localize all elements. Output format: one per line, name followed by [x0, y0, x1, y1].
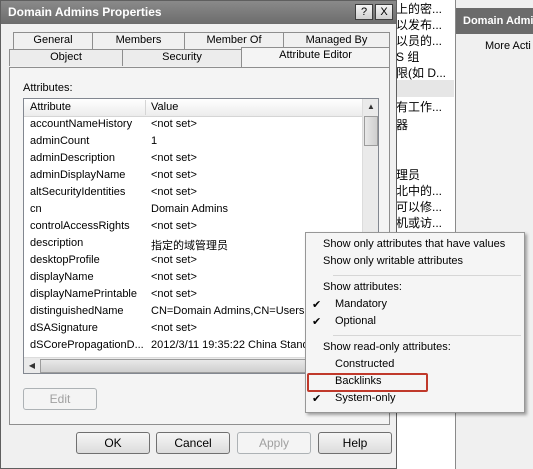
attribute-value-cell: <not set>: [151, 271, 197, 283]
attribute-value-cell: <not set>: [151, 152, 197, 164]
attribute-name-cell: accountNameHistory: [30, 118, 133, 130]
attribute-name-cell: adminDescription: [30, 152, 115, 164]
attribute-name-cell: adminDisplayName: [30, 169, 126, 181]
close-button[interactable]: X: [375, 4, 393, 20]
attribute-value-cell: <not set>: [151, 322, 197, 334]
checkmark-icon: ✔: [312, 299, 322, 311]
background-line: 机或访...: [396, 216, 443, 230]
menu-item-mandatory[interactable]: ✔ Mandatory: [306, 297, 524, 314]
menu-heading-show-attributes: Show attributes:: [306, 280, 524, 297]
menu-item-show-values-only[interactable]: Show only attributes that have values: [306, 237, 524, 254]
menu-item-show-writable-only[interactable]: Show only writable attributes: [306, 254, 524, 271]
attribute-name-cell: dSASignature: [30, 322, 98, 334]
column-header-value[interactable]: Value: [151, 101, 178, 113]
background-line: 以员的...: [396, 34, 443, 48]
menu-item-label: System-only: [335, 392, 396, 404]
attribute-value-cell: <not set>: [151, 169, 197, 181]
menu-item-constructed[interactable]: Constructed: [306, 357, 524, 374]
edit-button[interactable]: Edit: [23, 388, 97, 410]
attribute-name-cell: cn: [30, 203, 42, 215]
menu-heading-read-only: Show read-only attributes:: [306, 340, 524, 357]
table-row[interactable]: adminDisplayName <not set>: [24, 168, 362, 185]
menu-heading-label: Show attributes:: [323, 281, 402, 293]
tab-attribute-editor[interactable]: Attribute Editor: [241, 47, 390, 67]
column-divider[interactable]: [145, 100, 146, 115]
ok-button[interactable]: OK: [76, 432, 150, 454]
help-button[interactable]: Help: [318, 432, 392, 454]
table-row[interactable]: cn Domain Admins: [24, 202, 362, 219]
attribute-value-cell: <not set>: [151, 288, 197, 300]
scroll-up-icon[interactable]: ▲: [363, 99, 378, 115]
menu-separator: [333, 335, 521, 336]
attribute-value-cell: <not set>: [151, 118, 197, 130]
background-window-title: Domain Admi: [456, 8, 533, 34]
menu-item-label: Optional: [335, 315, 376, 327]
background-line: 可以修...: [396, 200, 443, 214]
title-bar: Domain Admins Properties ? X: [1, 1, 396, 24]
background-line: 北中的...: [396, 184, 443, 198]
background-line: 理员: [396, 168, 421, 182]
backlinks-highlight-box: [307, 373, 428, 392]
menu-item-label: Constructed: [335, 358, 395, 370]
tab-object[interactable]: Object: [9, 49, 123, 66]
tab-members[interactable]: Members: [92, 32, 185, 49]
vertical-scroll-thumb[interactable]: [364, 116, 378, 146]
background-line: 有工作...: [396, 100, 443, 114]
column-header-attribute[interactable]: Attribute: [30, 101, 71, 113]
background-line: 器: [396, 118, 409, 132]
scroll-left-icon[interactable]: ◀: [24, 358, 40, 373]
apply-button[interactable]: Apply: [237, 432, 311, 454]
checkmark-icon: ✔: [312, 316, 322, 328]
attribute-name-cell: description: [30, 237, 84, 249]
horizontal-scroll-thumb[interactable]: [40, 359, 320, 373]
attribute-value-cell: <not set>: [151, 220, 197, 232]
table-row[interactable]: adminCount 1: [24, 134, 362, 151]
background-line: S 组: [396, 50, 420, 64]
attribute-name-cell: controlAccessRights: [30, 220, 130, 232]
attribute-value-cell: 2012/3/11 19:35:22 China Stand: [151, 339, 309, 351]
cancel-button[interactable]: Cancel: [156, 432, 230, 454]
attributes-label: Attributes:: [23, 82, 73, 94]
table-row[interactable]: accountNameHistory <not set>: [24, 117, 362, 134]
menu-heading-label: Show read-only attributes:: [323, 341, 451, 353]
menu-separator: [333, 275, 521, 276]
attribute-name-cell: distinguishedName: [30, 305, 124, 317]
menu-item-label: Mandatory: [335, 298, 387, 310]
list-header: Attribute Value: [24, 99, 362, 117]
attribute-value-cell: 指定的域管理员: [151, 240, 228, 252]
tab-general[interactable]: General: [13, 32, 93, 49]
background-window-action[interactable]: More Acti: [485, 40, 531, 52]
attribute-name-cell: altSecurityIdentities: [30, 186, 126, 198]
attribute-name-cell: displayNamePrintable: [30, 288, 137, 300]
menu-item-label: Show only writable attributes: [323, 255, 464, 267]
attribute-name-cell: desktopProfile: [30, 254, 100, 266]
attribute-name-cell: adminCount: [30, 135, 90, 147]
background-line: 上的密...: [396, 2, 443, 16]
attribute-value-cell: <not set>: [151, 254, 197, 266]
attribute-name-cell: dSCorePropagationD...: [30, 339, 144, 351]
table-row[interactable]: adminDescription <not set>: [24, 151, 362, 168]
menu-item-optional[interactable]: ✔ Optional: [306, 314, 524, 331]
attribute-value-cell: 1: [151, 135, 158, 147]
attribute-value-cell: CN=Domain Admins,CN=Users,D: [151, 305, 316, 317]
tab-security[interactable]: Security: [122, 49, 242, 66]
help-title-button[interactable]: ?: [355, 4, 373, 20]
menu-item-label: Show only attributes that have values: [323, 238, 506, 250]
background-selected-row: [396, 80, 454, 97]
menu-item-system-only[interactable]: ✔ System-only: [306, 391, 524, 408]
attribute-name-cell: displayName: [30, 271, 94, 283]
background-line: 以发布...: [396, 18, 443, 32]
table-row[interactable]: altSecurityIdentities <not set>: [24, 185, 362, 202]
checkmark-icon: ✔: [312, 393, 322, 405]
attribute-value-cell: <not set>: [151, 186, 197, 198]
attribute-value-cell: Domain Admins: [151, 203, 229, 215]
dialog-title: Domain Admins Properties: [8, 5, 162, 19]
background-line: 限(如 D...: [396, 66, 446, 80]
